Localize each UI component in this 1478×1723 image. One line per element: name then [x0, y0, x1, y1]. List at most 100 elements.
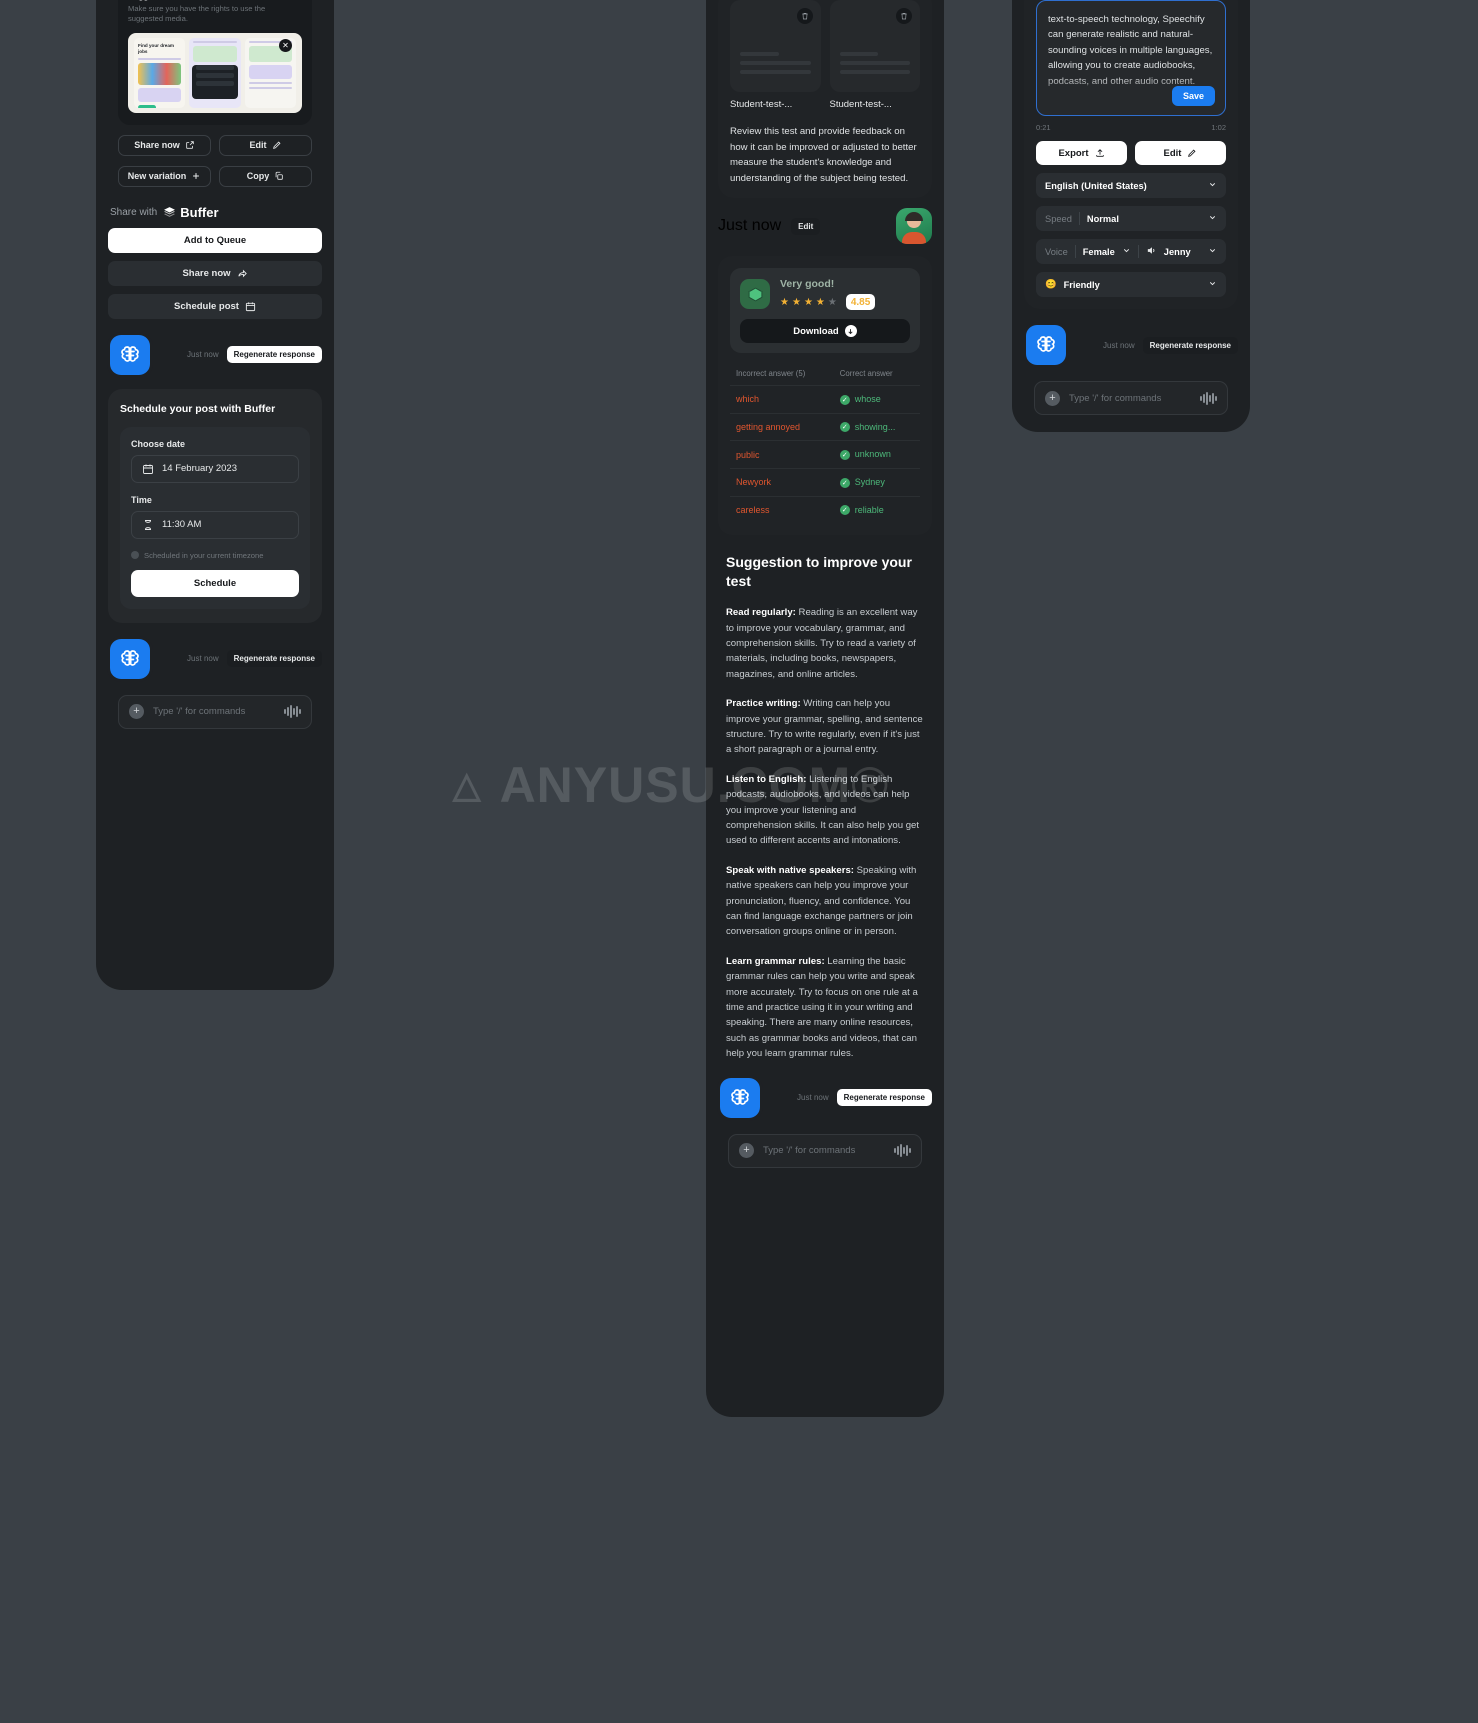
test-review-panel: Student-test-... Student-test-... Review… [706, 0, 944, 1417]
regenerate-response-button[interactable]: Regenerate response [226, 650, 322, 668]
check-icon: ✓ [839, 394, 850, 405]
buffer-logo-icon [164, 206, 176, 217]
volume-glyph [1147, 247, 1155, 254]
incorrect-answer: getting annoyed [730, 413, 834, 442]
time-value: 11:30 AM [162, 519, 202, 531]
schedule-post-button[interactable]: Schedule post [108, 293, 322, 319]
add-attachment-icon[interactable]: + [739, 1143, 754, 1159]
voice-select[interactable]: Voice Female Jenny [1036, 239, 1226, 265]
close-icon[interactable]: × [295, 0, 301, 2]
regenerate-response-button[interactable]: Regenerate response [226, 346, 322, 364]
remove-thumbnail-icon[interactable]: ✕ [279, 38, 292, 52]
trash-icon [901, 13, 907, 20]
edit-button[interactable]: Edit [219, 134, 312, 156]
schedule-submit-button[interactable]: Schedule [131, 569, 299, 597]
media-thumbnail[interactable]: Find your dream jobs ✕ [128, 32, 302, 113]
box-glyph-icon [747, 287, 763, 301]
share-with-row: Share with Buffer [110, 205, 322, 220]
command-composer[interactable]: + Type '/' for commands [1034, 381, 1228, 416]
timestamp: Just now [187, 654, 219, 664]
schedule-submit-label: Schedule [193, 577, 237, 589]
assistant-avatar [1026, 325, 1066, 366]
command-composer[interactable]: + Type '/' for commands [728, 1133, 922, 1168]
correct-answer: unknown [854, 449, 891, 460]
edit-message-button[interactable]: Edit [791, 217, 821, 235]
timezone-note: Scheduled in your current timezone [131, 551, 299, 560]
chevron-down-icon [1208, 213, 1217, 224]
share-now-label: Share now [134, 140, 180, 151]
time-input[interactable]: 11:30 AM [131, 510, 299, 539]
star-rating: ★ ★ ★ ★ ★ 4.85 [780, 294, 876, 310]
speaker-icon [1146, 245, 1157, 258]
suggestion-heading: Speak with native speakers: [726, 864, 854, 876]
regenerate-response-button[interactable]: Regenerate response [836, 1089, 932, 1107]
thumb-pill [138, 104, 156, 108]
voice-input-icon[interactable] [283, 705, 301, 719]
edit-label: Edit [249, 140, 267, 151]
delete-icon[interactable] [796, 8, 813, 24]
command-composer[interactable]: + Type '/' for commands [118, 694, 312, 729]
voice-input-icon[interactable] [893, 1144, 911, 1158]
new-variation-button[interactable]: New variation [118, 165, 211, 187]
thumb-line [138, 57, 182, 60]
file-name: Student-test-... [829, 99, 892, 110]
chevron-glyph [1123, 249, 1129, 253]
chevron-glyph [1209, 216, 1216, 220]
score-badge: 4.85 [845, 294, 876, 310]
brain-icon [731, 1088, 749, 1105]
chevron-down-icon [1208, 279, 1217, 290]
buffer-brand: Buffer [163, 205, 219, 220]
share-now-wide-button[interactable]: Share now [108, 260, 322, 286]
thumb-block [193, 45, 237, 62]
share-icon [237, 269, 247, 278]
audio-timeline: 0:21 1:02 [1036, 123, 1226, 132]
chevron-down-icon[interactable] [1122, 246, 1131, 257]
file-thumbnail [730, 0, 821, 92]
speed-value: Normal [1086, 213, 1119, 224]
regenerate-response-button[interactable]: Regenerate response [1142, 336, 1238, 354]
message-meta: Just now Regenerate response [187, 346, 322, 364]
message-meta: Just now Regenerate response [797, 1089, 932, 1107]
voice-input-icon[interactable] [1199, 391, 1217, 405]
incorrect-answer: public [730, 440, 834, 469]
message-meta: Just now Regenerate response [1103, 336, 1238, 354]
copy-button[interactable]: Copy [219, 165, 312, 187]
tone-value: Friendly [1063, 279, 1100, 290]
date-input[interactable]: 14 February 2023 [131, 454, 299, 483]
suggestion-item: Speak with native speakers: Speaking wit… [726, 863, 924, 940]
chevron-glyph [1209, 249, 1216, 253]
file-attachment[interactable]: Student-test-... [829, 0, 920, 110]
suggestion-body: Learning the basic grammar rules can hel… [726, 955, 918, 1060]
file-attachment[interactable]: Student-test-... [730, 0, 821, 110]
tts-text-box[interactable]: text-to-speech technology, Speechify can… [1036, 0, 1226, 117]
table-row: getting annoyed ✓ showing... [730, 413, 920, 442]
share-now-button[interactable]: Share now [118, 134, 211, 156]
add-to-queue-button[interactable]: Add to Queue [108, 227, 322, 253]
export-button[interactable]: Export [1036, 141, 1127, 166]
add-to-queue-label: Add to Queue [183, 234, 247, 246]
avatar-hair [905, 212, 923, 221]
thumb-block [248, 64, 292, 79]
download-button[interactable]: Download [740, 319, 910, 343]
edit-button[interactable]: Edit [1135, 141, 1226, 166]
tone-select[interactable]: 😊 Friendly [1036, 272, 1226, 298]
language-select[interactable]: English (United States) [1036, 173, 1226, 199]
delete-icon[interactable] [896, 8, 912, 24]
speed-select[interactable]: Speed Normal [1036, 206, 1226, 232]
brain-icon [121, 345, 139, 362]
result-summary: Very good! ★ ★ ★ ★ ★ 4.85 Download [730, 268, 920, 353]
choose-date-label: Choose date [131, 438, 186, 449]
chevron-glyph [1209, 183, 1216, 187]
add-attachment-icon[interactable]: + [129, 704, 144, 720]
tone-emoji-icon: 😊 [1045, 279, 1057, 290]
thumb-line [248, 86, 292, 89]
save-button[interactable]: Save [1171, 86, 1215, 107]
incorrect-answer: careless [736, 504, 770, 515]
thumb-line [248, 81, 292, 84]
add-attachment-icon[interactable]: + [1045, 390, 1060, 406]
incorrect-answer: Newyork [730, 468, 834, 497]
star-icon: ★ [815, 296, 825, 308]
voice-label: Voice [1045, 246, 1068, 257]
star-icon: ★ [803, 296, 813, 308]
correct-answer-cell: ✓ reliable [834, 496, 920, 523]
